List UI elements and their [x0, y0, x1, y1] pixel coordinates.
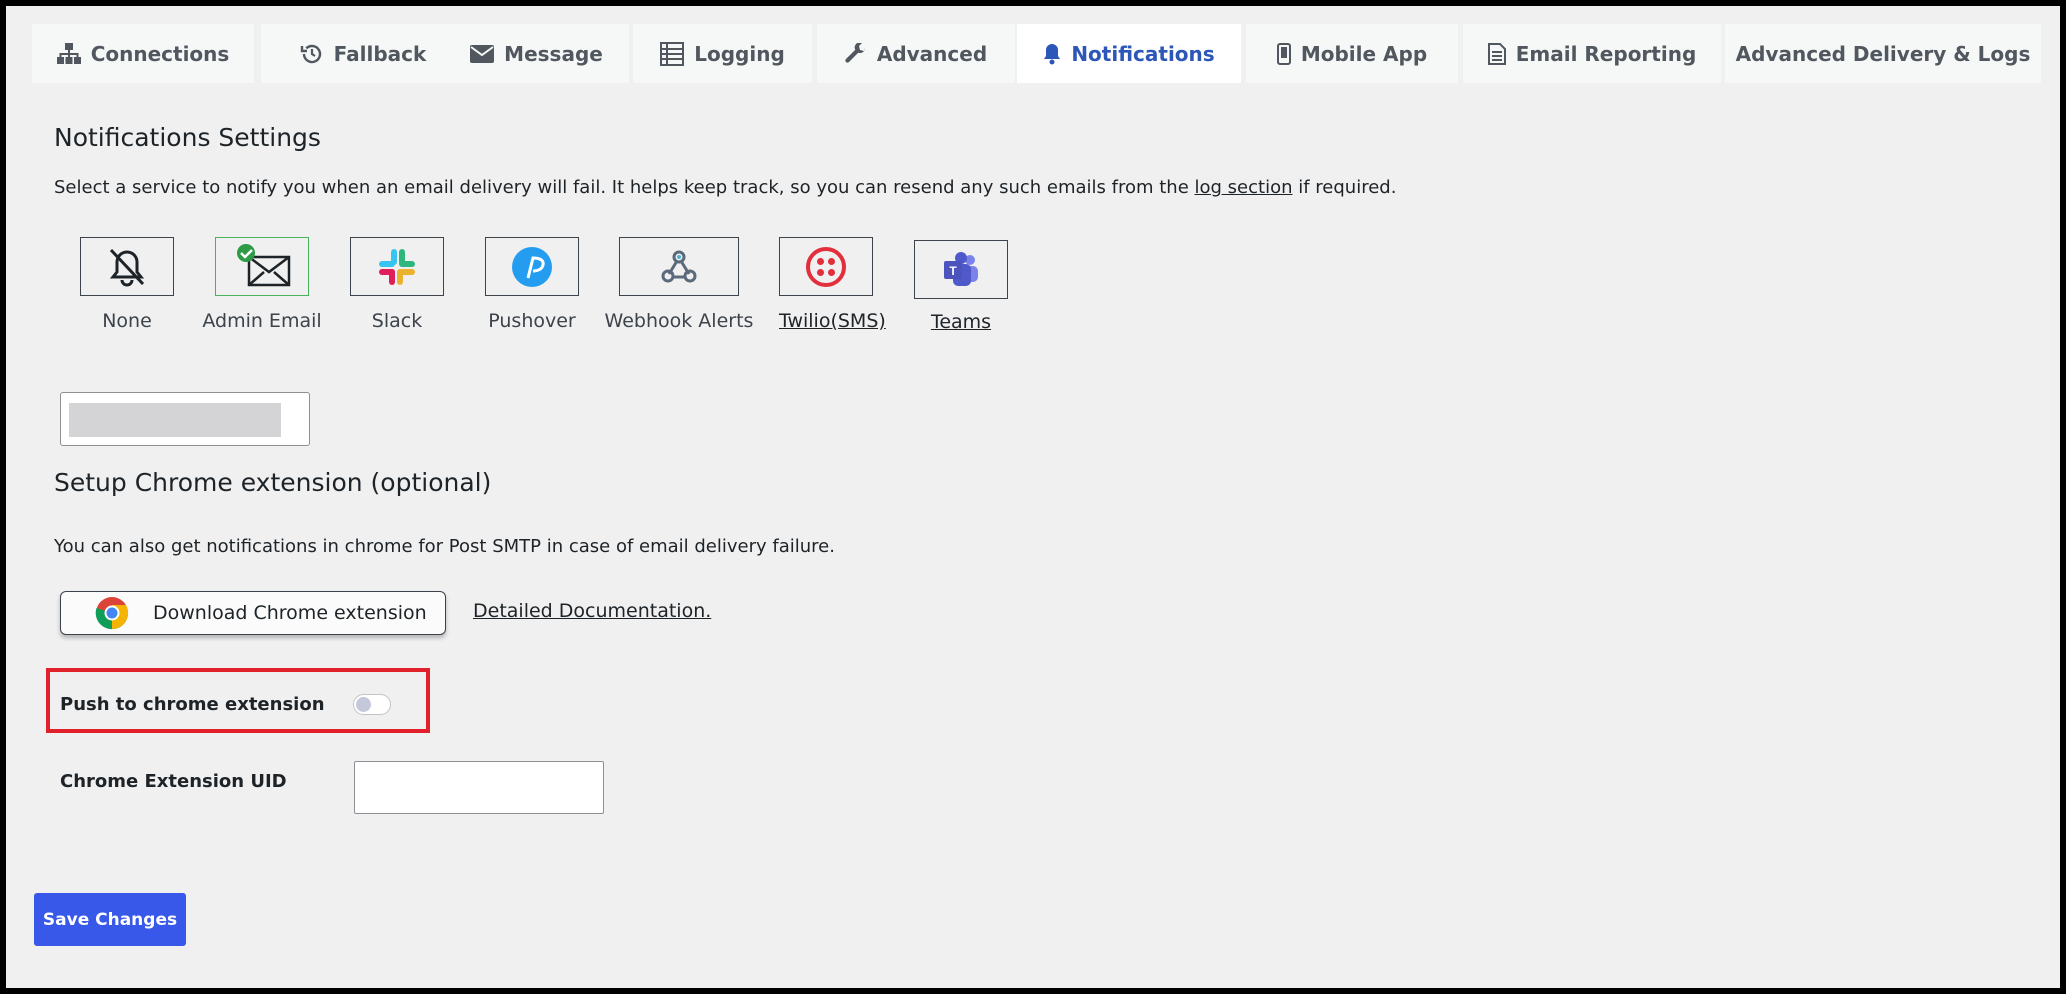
service-admin-email[interactable]: Admin Email — [202, 237, 322, 332]
service-label: Slack — [371, 310, 423, 332]
settings-page: Connections Fallback Message Logging Adv… — [0, 0, 2066, 994]
tab-logging[interactable]: Logging — [633, 24, 812, 83]
tab-label: Logging — [694, 41, 785, 66]
tab-fallback[interactable]: Fallback — [261, 24, 465, 83]
service-none[interactable]: None — [80, 237, 174, 332]
tab-label: Fallback — [333, 41, 427, 66]
chrome-section-description: You can also get notifications in chrome… — [54, 536, 835, 557]
service-teams[interactable]: T Teams — [914, 240, 1008, 333]
tab-mobile-app[interactable]: Mobile App — [1246, 24, 1458, 83]
service-box[interactable] — [485, 237, 579, 296]
push-to-chrome-toggle[interactable] — [353, 694, 391, 715]
tab-label: Email Reporting — [1515, 41, 1697, 66]
sitemap-icon — [56, 42, 81, 64]
envelope-check-icon — [237, 243, 291, 286]
service-box[interactable] — [619, 237, 739, 296]
tab-label: Advanced Delivery & Logs — [1735, 41, 2031, 66]
notification-input[interactable] — [60, 392, 310, 446]
tab-email-reporting[interactable]: Email Reporting — [1463, 24, 1721, 83]
bell-icon — [1044, 43, 1061, 64]
pushover-icon — [512, 246, 552, 287]
bell-off-icon — [109, 248, 145, 286]
service-label: Pushover — [488, 310, 576, 332]
svg-text:T: T — [949, 264, 957, 278]
service-box-selected[interactable] — [215, 237, 309, 296]
download-chrome-extension-label: Download Chrome extension — [153, 602, 427, 624]
tab-advanced-delivery-logs[interactable]: Advanced Delivery & Logs — [1725, 24, 2041, 83]
tab-label: Connections — [90, 41, 230, 66]
service-box[interactable]: T — [914, 240, 1008, 299]
teams-icon: T — [944, 251, 978, 286]
tab-label: Message — [504, 41, 603, 66]
service-label: Admin Email — [202, 310, 322, 332]
webhook-icon — [661, 250, 697, 282]
toggle-knob — [356, 697, 371, 712]
notifications-description: Select a service to notify you when an e… — [54, 177, 1396, 198]
tab-advanced[interactable]: Advanced — [817, 24, 1015, 83]
chrome-extension-uid-label: Chrome Extension UID — [60, 771, 287, 792]
document-icon — [1487, 42, 1506, 65]
chrome-icon — [95, 597, 129, 630]
download-chrome-extension-button[interactable]: Download Chrome extension — [60, 591, 446, 635]
chrome-section-title: Setup Chrome extension (optional) — [54, 468, 492, 497]
tab-notifications[interactable]: Notifications — [1017, 24, 1241, 83]
tab-bar: Connections Fallback Message Logging Adv… — [32, 18, 2041, 84]
service-box[interactable] — [80, 237, 174, 296]
list-icon — [660, 41, 685, 66]
description-text: Select a service to notify you when an e… — [54, 177, 1195, 198]
save-changes-button[interactable]: Save Changes — [34, 893, 186, 946]
tab-label: Notifications — [1071, 41, 1215, 66]
push-to-chrome-label: Push to chrome extension — [60, 694, 325, 715]
service-box[interactable] — [350, 237, 444, 296]
service-label: Webhook Alerts — [604, 310, 754, 332]
tab-connections[interactable]: Connections — [32, 24, 254, 83]
twilio-icon — [806, 246, 846, 287]
tab-label: Mobile App — [1300, 41, 1428, 66]
redacted-value — [69, 403, 281, 437]
mobile-icon — [1276, 42, 1291, 65]
service-label[interactable]: Teams — [914, 311, 1008, 333]
service-webhook-alerts[interactable]: Webhook Alerts — [605, 237, 753, 332]
service-pushover[interactable]: Pushover — [485, 237, 579, 332]
description-text-end: if required. — [1292, 177, 1397, 198]
tab-message[interactable]: Message — [444, 24, 629, 83]
log-section-link[interactable]: log section — [1195, 177, 1293, 198]
tab-label: Advanced — [876, 41, 988, 66]
service-label[interactable]: Twilio(SMS) — [779, 310, 886, 332]
service-twilio-sms[interactable]: Twilio(SMS) — [779, 237, 886, 332]
service-slack[interactable]: Slack — [350, 237, 444, 332]
detailed-documentation-link[interactable]: Detailed Documentation. — [473, 600, 711, 622]
service-label: None — [102, 310, 152, 332]
envelope-icon — [470, 44, 495, 63]
history-icon — [300, 44, 321, 63]
slack-icon — [379, 248, 415, 285]
wrench-icon — [845, 42, 865, 63]
service-box[interactable] — [779, 237, 873, 296]
chrome-extension-uid-input[interactable] — [354, 761, 604, 814]
page-title: Notifications Settings — [54, 123, 321, 152]
